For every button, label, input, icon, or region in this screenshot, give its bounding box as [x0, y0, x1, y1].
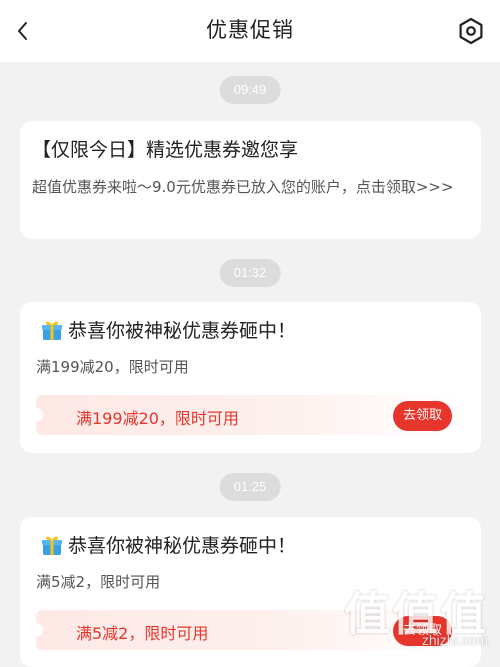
gift-icon	[42, 536, 62, 555]
message-title-row: 恭喜你被神秘优惠券砸中！	[40, 531, 296, 558]
message-title-row: 恭喜你被神秘优惠券砸中！	[40, 316, 296, 343]
message-title: 恭喜你被神秘优惠券砸中！	[68, 320, 297, 342]
coupon-notch	[36, 623, 43, 637]
coupon-message-card[interactable]: 恭喜你被神秘优惠券砸中！ 满199减20，限时可用 满199减20，限时可用 去…	[20, 302, 481, 453]
site-watermark: 值值值 zhizhi.com	[338, 578, 488, 652]
coupon-description: 满199减20，限时可用	[36, 358, 189, 376]
message-timestamp: 01:25	[219, 473, 281, 501]
page-title: 优惠促销	[206, 18, 294, 42]
coupon-amount-text: 满5减2，限时可用	[76, 624, 209, 643]
claim-coupon-button[interactable]: 去领取	[392, 401, 452, 431]
message-body: 超值优惠券来啦～9.0元优惠券已放入您的账户，点击领取>>>	[32, 178, 454, 196]
promo-message-card[interactable]: 【仅限今日】精选优惠券邀您享 超值优惠券来啦～9.0元优惠券已放入您的账户，点击…	[20, 121, 481, 239]
top-bar: 优惠促销	[0, 0, 500, 62]
coupon-notch	[36, 408, 43, 422]
coupon-strip[interactable]: 满199减20，限时可用 去领取	[36, 395, 466, 435]
coupon-amount-text: 满199减20，限时可用	[76, 409, 239, 428]
gift-icon	[42, 321, 62, 340]
message-timestamp: 01:32	[219, 259, 281, 287]
hexagon-settings-icon	[459, 17, 483, 45]
settings-button[interactable]	[454, 14, 488, 48]
message-title: 【仅限今日】精选优惠券邀您享	[32, 139, 299, 161]
coupon-description: 满5减2，限时可用	[36, 573, 161, 591]
watermark-url: zhizhi.com	[421, 632, 488, 648]
message-timestamp: 09:49	[219, 76, 281, 104]
message-title: 恭喜你被神秘优惠券砸中！	[68, 535, 297, 557]
